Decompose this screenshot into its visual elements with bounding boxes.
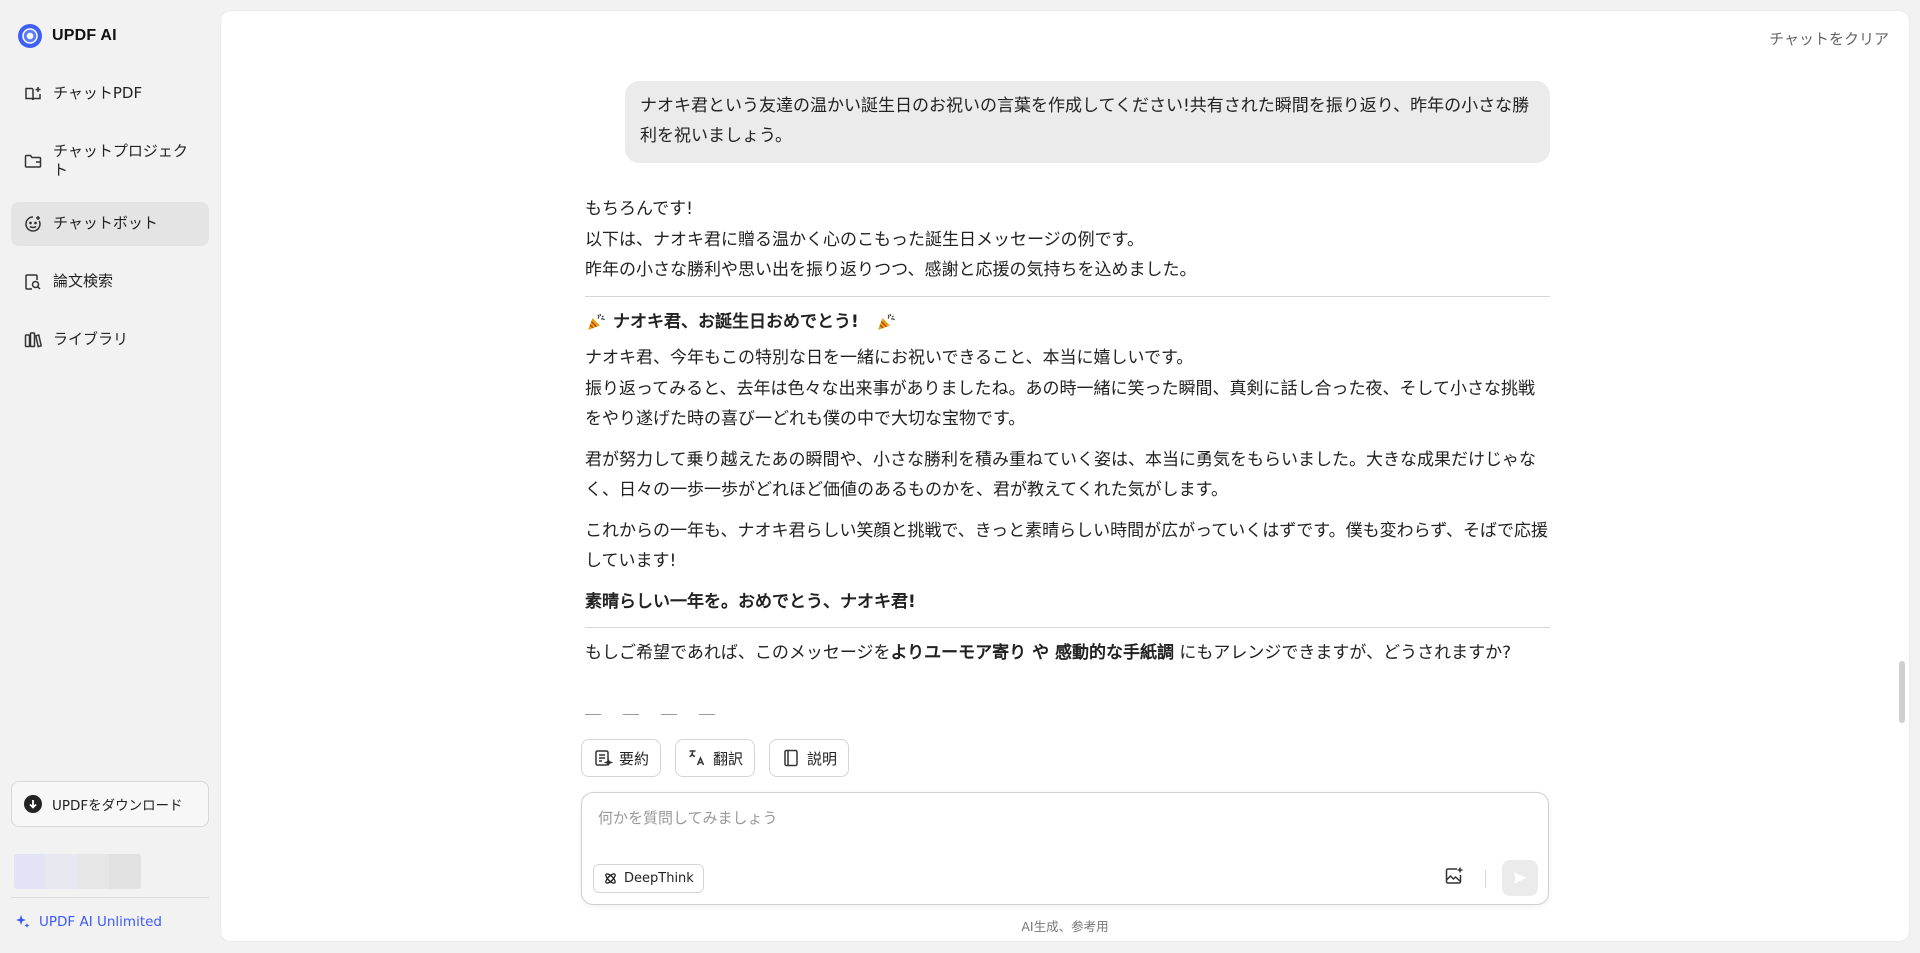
download-updf-button[interactable]: UPDFをダウンロード [11,781,209,827]
ai-disclaimer: AI生成、参考用 [1021,919,1109,934]
divider [585,627,1550,628]
party-popper-icon [875,311,897,333]
deepthink-toggle[interactable]: DeepThink [593,864,704,893]
assistant-message: もちろんです! 以下は、ナオキ君に贈る温かく心のこもった誕生日メッセージの例です… [585,194,1550,669]
explain-label: 説明 [807,749,838,768]
app-name: UPDF AI [52,27,117,44]
atom-icon [605,873,616,884]
translate-button[interactable]: 翻訳 [675,739,756,777]
thumbs-up-icon[interactable] [661,714,677,719]
sparkle-icon [16,915,30,928]
followup-text: にもアレンジできますが、どうされますか? [1174,643,1512,663]
sidebar-item-chat-project[interactable]: チャットプロジェクト [11,130,209,192]
chat-scrollbar[interactable] [1899,661,1905,723]
sidebar-item-label: ライブラリ [53,330,129,348]
download-label: UPDFをダウンロード [52,798,183,814]
answer-intro-line: 昨年の小さな勝利や思い出を振り返りつつ、感謝と応援の気持ちを込めました。 [585,260,1197,280]
user-message: ナオキ君という友達の温かい誕生日のお祝いの言葉を作成してください!共有された瞬間… [625,81,1550,163]
sidebar-item-library[interactable]: ライブラリ [11,318,209,362]
answer-paragraph: 振り返ってみると、去年は色々な出来事がありましたね。あの時一緒に笑った瞬間、真剣… [585,378,1535,430]
bot-icon [23,214,43,234]
answer-paragraph: これからの一年も、ナオキ君らしい笑顔と挑戦で、きっと素晴らしい時間が広がっていく… [585,520,1549,572]
followup-text: もしご希望であれば、このメッセージを [585,643,891,663]
summary-icon [595,750,613,766]
app-logo[interactable]: UPDF AI [18,24,117,48]
sidebar-item-label: チャットPDF [53,84,143,102]
download-icon [24,795,42,813]
chat-input-box: DeepThink [581,792,1549,905]
sidebar: UPDF AI チャットPDF チャットプロジェクト チャットボット 論文検索 [0,0,220,953]
avatar-segment [14,854,46,889]
party-popper-icon [585,311,607,333]
chat-area[interactable]: ナオキ君という友達の温かい誕生日のお祝いの言葉を作成してください!共有された瞬間… [221,11,1909,719]
summary-label: 要約 [619,749,650,768]
sidebar-divider [11,897,209,898]
answer-closing: 素晴らしい一年を。おめでとう、ナオキ君! [585,591,916,612]
chat-input[interactable] [598,807,1518,837]
explain-button[interactable]: 説明 [769,739,850,777]
message-actions [585,714,715,719]
image-upload-button[interactable] [1443,865,1465,887]
sidebar-item-label: 論文検索 [53,272,114,290]
divider [585,295,1550,297]
updf-logo-icon [18,24,42,48]
copy-icon[interactable] [585,714,601,719]
input-divider [1485,870,1486,888]
send-icon [1514,872,1527,884]
message-title: ナオキ君、お誕生日おめでとう! [585,307,1550,338]
folder-icon [23,151,43,171]
upgrade-unlimited-link[interactable]: UPDF AI Unlimited [15,914,162,930]
message-title-text: ナオキ君、お誕生日おめでとう! [613,311,859,332]
sidebar-item-paper-search[interactable]: 論文検索 [11,260,209,304]
sidebar-item-chat-pdf[interactable]: チャットPDF [11,72,209,116]
book-icon [23,84,43,104]
deepthink-label: DeepThink [624,871,694,886]
translate-label: 翻訳 [713,749,744,768]
answer-paragraph: 君が努力して乗り越えたあの瞬間や、小さな勝利を積み重ねていく姿は、本当に勇気をも… [585,449,1536,501]
quick-actions: 要約 翻訳 説明 [581,739,850,777]
followup-options: よりユーモア寄り や 感動的な手紙調 [890,643,1175,663]
answer-followup: もしご希望であれば、このメッセージをよりユーモア寄り や 感動的な手紙調 にもア… [585,638,1550,669]
avatar[interactable] [14,854,141,889]
export-icon[interactable] [699,714,715,719]
answer-paragraph: ナオキ君、今年もこの特別な日を一緒にお祝いできること、本当に嬉しいです。 [585,348,1194,368]
translate-icon [689,750,705,766]
avatar-segment [77,854,110,889]
summary-button[interactable]: 要約 [581,739,662,777]
avatar-segment [109,854,141,889]
image-add-icon [1445,867,1463,884]
main-panel: チャットをクリア ナオキ君という友達の温かい誕生日のお祝いの言葉を作成してくださ… [221,11,1909,941]
avatar-segment [45,854,78,889]
send-button[interactable] [1502,860,1538,896]
answer-intro-line: もちろんです! [585,199,693,219]
answer-intro-line: 以下は、ナオキ君に贈る温かく心のこもった誕生日メッセージの例です。 [585,229,1144,250]
sidebar-item-chatbot[interactable]: チャットボット [11,202,209,246]
explain-icon [784,749,798,767]
unlimited-label: UPDF AI Unlimited [39,914,162,930]
search-doc-icon [23,272,43,292]
sidebar-item-label: チャットプロジェクト [53,142,188,179]
sidebar-item-label: チャットボット [53,214,158,232]
library-icon [23,330,43,350]
sidebar-nav: チャットPDF チャットプロジェクト チャットボット 論文検索 ライブラリ [11,72,209,376]
regenerate-icon[interactable] [623,714,639,719]
